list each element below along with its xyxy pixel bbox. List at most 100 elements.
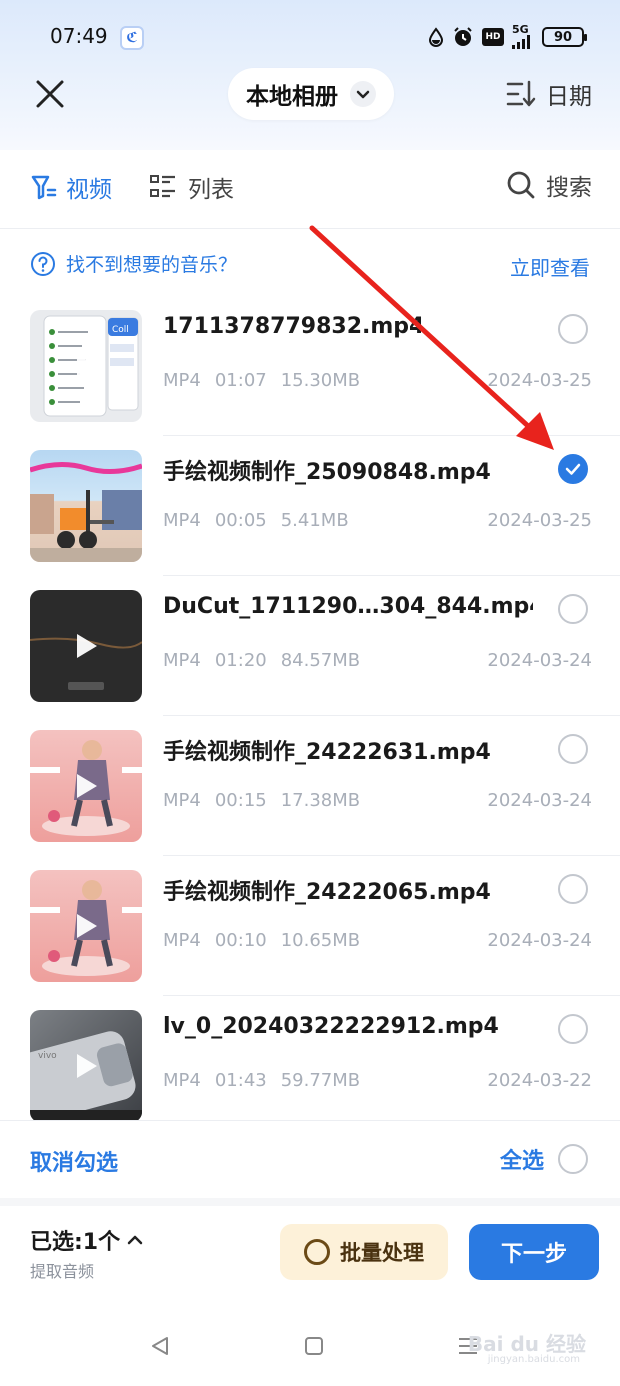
water-drop-icon bbox=[428, 27, 444, 47]
batch-process-button[interactable]: 批量处理 bbox=[280, 1224, 448, 1280]
play-icon bbox=[77, 354, 97, 378]
back-nav-button[interactable] bbox=[148, 1334, 172, 1358]
file-duration: 01:43 bbox=[214, 1070, 267, 1091]
file-size: 84.57MB bbox=[280, 650, 361, 671]
video-thumbnail: Coll bbox=[30, 310, 142, 422]
watermark-url: jingyan.baidu.com bbox=[487, 1354, 580, 1365]
select-checkbox[interactable] bbox=[558, 734, 588, 764]
help-text: 找不到想要的音乐？ bbox=[66, 254, 238, 276]
list-icon bbox=[150, 175, 175, 198]
album-selector[interactable]: 本地相册 bbox=[228, 68, 394, 120]
select-all-label: 全选 bbox=[499, 1149, 544, 1174]
view-now-link[interactable]: 立即查看 bbox=[510, 252, 590, 281]
video-thumbnail bbox=[30, 590, 142, 702]
play-icon bbox=[77, 774, 97, 798]
sort-icon bbox=[506, 80, 536, 107]
list-item[interactable]: 手绘视频制作_24222631.mp4 MP4 00:15 17.38MB 20… bbox=[0, 716, 620, 856]
video-thumbnail bbox=[30, 450, 142, 562]
list-item[interactable]: Coll 1711378779832.mp4 MP4 01:07 15.30MB… bbox=[0, 296, 620, 436]
file-size: 59.77MB bbox=[280, 1070, 361, 1091]
selected-count: 已选:1个 bbox=[30, 1230, 121, 1255]
video-thumbnail: vivo bbox=[30, 1010, 142, 1120]
back-nav-icon bbox=[152, 1337, 168, 1355]
list-item[interactable]: 手绘视频制作_25090848.mp4 MP4 00:05 5.41MB 202… bbox=[0, 436, 620, 576]
file-size: 10.65MB bbox=[280, 930, 361, 951]
file-date: 2024-03-24 bbox=[487, 930, 592, 951]
file-date: 2024-03-25 bbox=[487, 370, 592, 391]
search-icon bbox=[507, 171, 535, 199]
filter-icon bbox=[31, 175, 57, 200]
file-format: MP4 bbox=[163, 930, 201, 951]
list-item[interactable]: 手绘视频制作_24222065.mp4 MP4 00:10 10.65MB 20… bbox=[0, 856, 620, 996]
file-duration: 00:05 bbox=[214, 510, 267, 531]
video-list: Coll 1711378779832.mp4 MP4 01:07 15.30MB… bbox=[0, 296, 620, 1120]
selected-count-toggle[interactable]: 已选:1个 bbox=[30, 1224, 144, 1256]
file-format: MP4 bbox=[163, 1070, 201, 1091]
next-step-button[interactable]: 下一步 bbox=[469, 1224, 599, 1280]
alarm-icon bbox=[452, 26, 474, 48]
video-thumbnail bbox=[30, 870, 142, 982]
search-button[interactable]: 搜索 bbox=[506, 168, 592, 202]
file-duration: 01:07 bbox=[214, 370, 267, 391]
list-item[interactable]: vivo lv_0_20240322222912.mp4 MP4 01:43 5… bbox=[0, 996, 620, 1120]
file-size: 17.38MB bbox=[280, 790, 361, 811]
network-type: 5G bbox=[512, 23, 529, 36]
list-view-tab[interactable]: 列表 bbox=[150, 170, 234, 204]
file-date: 2024-03-24 bbox=[487, 650, 592, 671]
file-meta: MP4 01:20 84.57MB bbox=[163, 650, 360, 671]
check-icon bbox=[565, 463, 581, 475]
select-checkbox[interactable] bbox=[558, 1014, 588, 1044]
file-size: 5.41MB bbox=[280, 510, 349, 531]
status-icons: HD 5G 90 bbox=[428, 23, 587, 50]
chevron-up-icon bbox=[127, 1235, 143, 1245]
extract-audio-label: 提取音频 bbox=[30, 1262, 95, 1281]
home-nav-icon bbox=[305, 1337, 323, 1355]
file-name: 1711378779832.mp4 bbox=[163, 314, 425, 339]
sort-button[interactable]: 日期 bbox=[506, 74, 592, 114]
file-meta: MP4 00:10 10.65MB bbox=[163, 930, 360, 951]
file-size: 15.30MB bbox=[280, 370, 361, 391]
file-date: 2024-03-22 bbox=[487, 1070, 592, 1091]
chevron-down-icon bbox=[350, 81, 376, 107]
video-thumbnail bbox=[30, 730, 142, 842]
file-duration: 01:20 bbox=[214, 650, 267, 671]
app-notification-icon: ℭ bbox=[120, 26, 144, 50]
battery-level: 90 bbox=[553, 29, 573, 45]
file-meta: MP4 00:15 17.38MB bbox=[163, 790, 360, 811]
filter-video-label: 视频 bbox=[66, 177, 112, 203]
cancel-select-button[interactable]: 取消勾选 bbox=[30, 1145, 118, 1177]
file-date: 2024-03-24 bbox=[487, 790, 592, 811]
select-checkbox-checked[interactable] bbox=[558, 454, 588, 484]
file-meta: MP4 01:07 15.30MB bbox=[163, 370, 360, 391]
battery-icon: 90 bbox=[542, 27, 587, 47]
filter-video-tab[interactable]: 视频 bbox=[30, 170, 112, 204]
help-prompt: 找不到想要的音乐？ bbox=[30, 250, 237, 277]
status-bar: 07:49 ℭ HD 5G 90 bbox=[0, 0, 620, 70]
file-name: 手绘视频制作_24222631.mp4 bbox=[163, 740, 491, 765]
file-duration: 00:10 bbox=[214, 930, 267, 951]
file-format: MP4 bbox=[163, 650, 201, 671]
file-format: MP4 bbox=[163, 510, 201, 531]
file-name: 手绘视频制作_25090848.mp4 bbox=[163, 460, 491, 485]
action-bar: 已选:1个 提取音频 批量处理 下一步 bbox=[0, 1198, 620, 1298]
filter-bar: 视频 列表 搜索 bbox=[0, 152, 620, 222]
home-nav-button[interactable] bbox=[302, 1334, 326, 1358]
file-name: 手绘视频制作_24222065.mp4 bbox=[163, 880, 491, 905]
svg-text:vivo: vivo bbox=[38, 1051, 57, 1061]
select-checkbox[interactable] bbox=[558, 594, 588, 624]
play-icon bbox=[77, 914, 97, 938]
close-button[interactable] bbox=[28, 72, 72, 116]
file-meta: MP4 00:05 5.41MB bbox=[163, 510, 349, 531]
file-meta: MP4 01:43 59.77MB bbox=[163, 1070, 360, 1091]
select-checkbox[interactable] bbox=[558, 314, 588, 344]
select-all-checkbox[interactable] bbox=[558, 1144, 588, 1174]
file-date: 2024-03-25 bbox=[487, 510, 592, 531]
select-checkbox[interactable] bbox=[558, 874, 588, 904]
divider bbox=[0, 228, 620, 229]
svg-text:Coll: Coll bbox=[112, 325, 129, 335]
help-icon bbox=[31, 251, 55, 276]
close-icon bbox=[36, 80, 64, 108]
list-view-label: 列表 bbox=[188, 177, 234, 203]
list-item[interactable]: DuCut_1711290…304_844.mp4 MP4 01:20 84.5… bbox=[0, 576, 620, 716]
select-all-button[interactable]: 全选 bbox=[500, 1143, 588, 1175]
